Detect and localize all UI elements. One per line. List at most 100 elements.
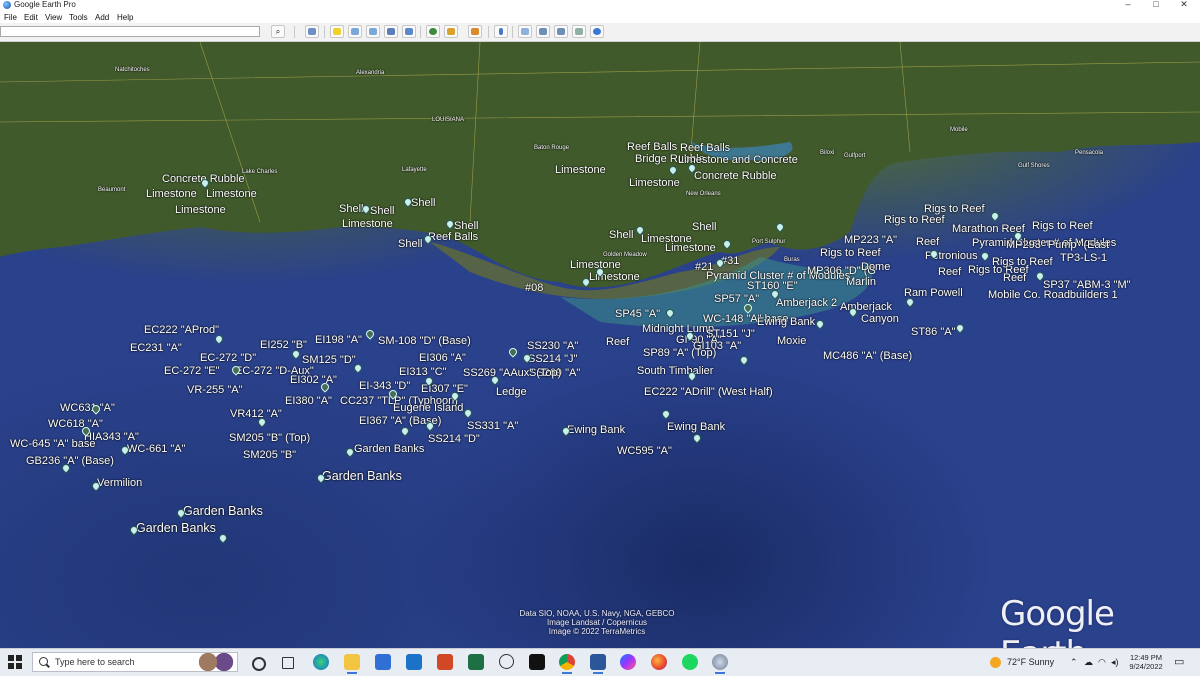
- placemark-pin-icon[interactable]: [776, 223, 784, 233]
- placemark-pin-icon[interactable]: [321, 383, 329, 393]
- search-button[interactable]: ⌕: [271, 25, 285, 38]
- volume-icon[interactable]: ◂): [1111, 649, 1119, 676]
- chrome-icon[interactable]: [559, 654, 575, 674]
- network-icon[interactable]: ◠: [1098, 649, 1106, 676]
- placemark-pin-icon[interactable]: [346, 448, 354, 458]
- store-icon[interactable]: [375, 654, 391, 670]
- sunlight-button[interactable]: [444, 25, 458, 38]
- placemark-pin-icon[interactable]: [1036, 272, 1044, 282]
- placemark-pin-icon[interactable]: [232, 366, 240, 376]
- add-image-overlay-button[interactable]: [384, 25, 398, 38]
- placemark-pin-icon[interactable]: [404, 198, 412, 208]
- add-path-button[interactable]: [366, 25, 380, 38]
- placemark-pin-icon[interactable]: [62, 464, 70, 474]
- placemark-pin-icon[interactable]: [1014, 232, 1022, 242]
- placemark-pin-icon[interactable]: [666, 309, 674, 319]
- placemark-pin-icon[interactable]: [424, 235, 432, 245]
- placemark-pin-icon[interactable]: [121, 446, 129, 456]
- placemark-pin-icon[interactable]: [636, 226, 644, 236]
- placemark-pin-icon[interactable]: [354, 364, 362, 374]
- placemark-pin-icon[interactable]: [92, 482, 100, 492]
- placemark-pin-icon[interactable]: [177, 509, 185, 519]
- placemark-pin-icon[interactable]: [464, 409, 472, 419]
- placemark-pin-icon[interactable]: [366, 330, 374, 340]
- search-highlight-image[interactable]: [196, 651, 236, 673]
- placemark-pin-icon[interactable]: [215, 335, 223, 345]
- edge-icon[interactable]: [313, 654, 329, 670]
- notification-icon[interactable]: ▭: [1174, 649, 1184, 676]
- view-in-maps-button[interactable]: [572, 25, 586, 38]
- placemark-pin-icon[interactable]: [201, 179, 209, 189]
- placemark-pin-icon[interactable]: [693, 434, 701, 444]
- show-hidden-icons-chevron-icon[interactable]: ⌃: [1070, 649, 1078, 676]
- messenger-icon[interactable]: [620, 654, 636, 670]
- maximize-button[interactable]: □: [1142, 0, 1170, 10]
- placemark-pin-icon[interactable]: [930, 250, 938, 260]
- placemark-pin-icon[interactable]: [317, 474, 325, 484]
- placemark-pin-icon[interactable]: [686, 332, 694, 342]
- placemark-pin-icon[interactable]: [92, 405, 100, 415]
- earth-button[interactable]: [590, 25, 604, 38]
- minimize-button[interactable]: –: [1114, 0, 1142, 10]
- placemark-pin-icon[interactable]: [688, 372, 696, 382]
- placemark-pin-icon[interactable]: [771, 290, 779, 300]
- email-button[interactable]: [518, 25, 532, 38]
- placemark-pin-icon[interactable]: [816, 320, 824, 330]
- historical-imagery-button[interactable]: [426, 25, 440, 38]
- menu-file[interactable]: File: [4, 13, 17, 22]
- menu-tools[interactable]: Tools: [69, 13, 88, 22]
- clock[interactable]: 12:49 PM 9/24/2022: [1125, 653, 1167, 671]
- placemark-pin-icon[interactable]: [523, 354, 531, 364]
- placemark-pin-icon[interactable]: [956, 324, 964, 334]
- placemark-pin-icon[interactable]: [82, 427, 90, 437]
- placemark-pin-icon[interactable]: [491, 376, 499, 386]
- onedrive-icon[interactable]: ☁: [1084, 649, 1093, 676]
- search-input[interactable]: [0, 26, 260, 37]
- placemark-pin-icon[interactable]: [723, 240, 731, 250]
- placemark-pin-icon[interactable]: [446, 220, 454, 230]
- close-button[interactable]: ✕: [1170, 0, 1198, 10]
- record-tour-button[interactable]: [402, 25, 416, 38]
- print-button[interactable]: [536, 25, 550, 38]
- weather-text[interactable]: 72°F Sunny: [1007, 649, 1054, 676]
- placemark-pin-icon[interactable]: [744, 304, 752, 314]
- placemark-pin-icon[interactable]: [662, 410, 670, 420]
- file-explorer-icon[interactable]: [344, 654, 360, 674]
- placemark-pin-icon[interactable]: [688, 164, 696, 174]
- placemark-pin-icon[interactable]: [130, 526, 138, 536]
- placemark-pin-icon[interactable]: [292, 350, 300, 360]
- placemark-pin-icon[interactable]: [991, 212, 999, 222]
- spotify-icon[interactable]: [682, 654, 698, 670]
- menu-help[interactable]: Help: [117, 13, 133, 22]
- placemark-pin-icon[interactable]: [362, 205, 370, 215]
- amazon-icon[interactable]: [529, 654, 545, 670]
- menu-add[interactable]: Add: [95, 13, 109, 22]
- task-view-icon[interactable]: [282, 657, 294, 669]
- mail-icon[interactable]: [406, 654, 422, 670]
- map-view[interactable]: Natchitoches Alexandria Lake Charles Bea…: [0, 42, 1200, 648]
- menu-view[interactable]: View: [45, 13, 62, 22]
- save-image-button[interactable]: [554, 25, 568, 38]
- placemark-pin-icon[interactable]: [258, 418, 266, 428]
- placemark-pin-icon[interactable]: [425, 377, 433, 387]
- google-earth-icon[interactable]: [712, 654, 728, 674]
- placemark-pin-icon[interactable]: [716, 259, 724, 269]
- placemark-pin-icon[interactable]: [740, 356, 748, 366]
- placemark-pin-icon[interactable]: [596, 268, 604, 278]
- add-placemark-button[interactable]: [330, 25, 344, 38]
- placemark-pin-icon[interactable]: [562, 427, 570, 437]
- excel-icon[interactable]: [468, 654, 484, 670]
- placemark-pin-icon[interactable]: [509, 348, 517, 358]
- placemark-pin-icon[interactable]: [906, 298, 914, 308]
- placemark-pin-icon[interactable]: [849, 308, 857, 318]
- dell-icon[interactable]: [499, 654, 514, 669]
- placemark-pin-icon[interactable]: [219, 534, 227, 544]
- sidebar-toggle-button[interactable]: [305, 25, 319, 38]
- firefox-icon[interactable]: [651, 654, 667, 670]
- placemark-pin-icon[interactable]: [981, 252, 989, 262]
- placemark-pin-icon[interactable]: [389, 390, 397, 400]
- ruler-button[interactable]: [494, 25, 508, 38]
- placemark-pin-icon[interactable]: [669, 166, 677, 176]
- cortana-icon[interactable]: [252, 657, 266, 671]
- menu-edit[interactable]: Edit: [24, 13, 38, 22]
